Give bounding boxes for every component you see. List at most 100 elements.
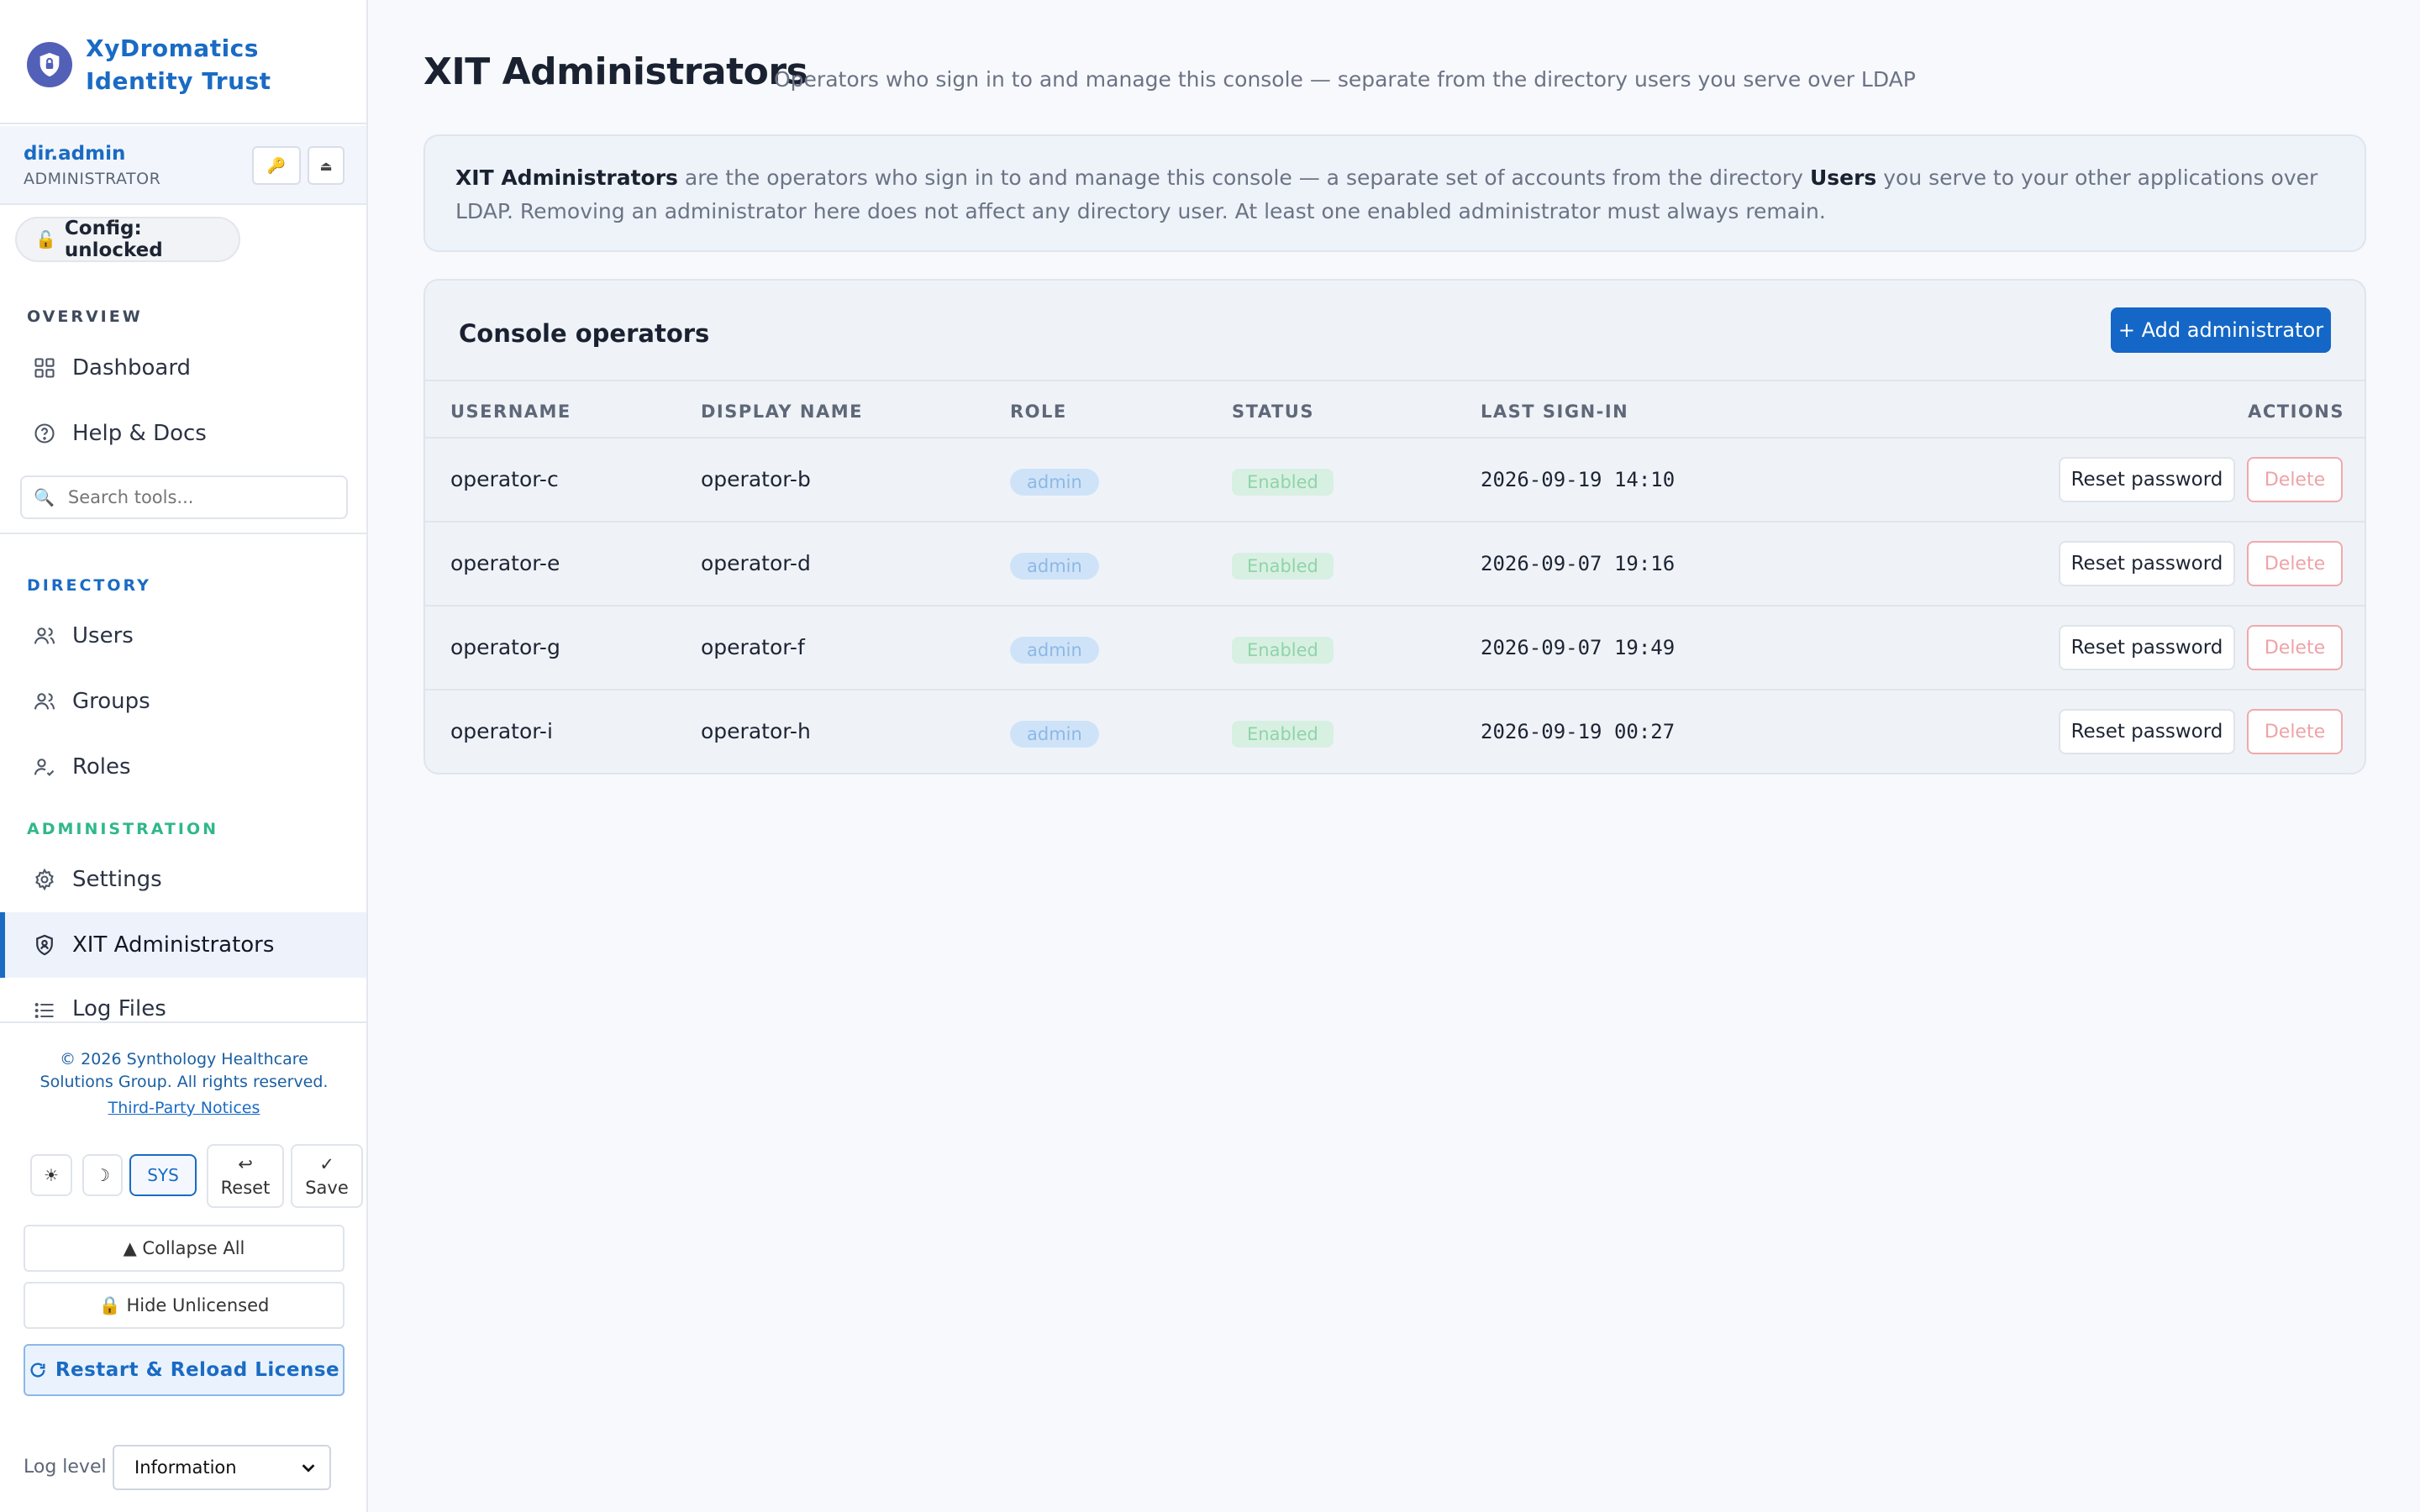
info-text-1: are the operators who sign in to and man… [677, 165, 1810, 190]
table-row: operator-e operator-d admin Enabled 2026… [425, 522, 2365, 606]
cell-username: operator-g [450, 635, 560, 659]
hide-unlicensed-button[interactable]: 🔒 Hide Unlicensed [24, 1282, 345, 1329]
column-actions: ACTIONS [2248, 402, 2344, 422]
nav-item-label: Dashboard [72, 355, 192, 381]
nav-item-label: Groups [72, 689, 150, 714]
theme-light-button[interactable]: ☀ [30, 1154, 72, 1196]
nav-item-groups[interactable]: Groups [0, 669, 366, 734]
undo-icon: ↩ [238, 1154, 253, 1174]
cell-username: operator-e [450, 551, 560, 575]
change-password-button[interactable]: 🔑 [252, 146, 301, 185]
collapse-all-button[interactable]: ▲ Collapse All [24, 1225, 345, 1272]
add-administrator-button[interactable]: + Add administrator [2111, 307, 2331, 353]
console-operators-card: Console operators + Add administrator US… [424, 279, 2366, 774]
column-username: USERNAME [450, 402, 571, 422]
copyright-text: © 2026 Synthology Healthcare Solutions G… [39, 1050, 329, 1091]
users-icon [30, 622, 59, 650]
reset-button[interactable]: ↩ Reset [207, 1144, 284, 1208]
nav-section-overview: OVERVIEW [27, 307, 143, 326]
info-strong-users: Users [1809, 165, 1877, 190]
shield-icon [30, 931, 59, 959]
save-label: Save [305, 1178, 349, 1198]
search-icon: 🔍 [34, 487, 55, 507]
log-level-value: Information [134, 1457, 237, 1478]
config-status-label: Config: unlocked [64, 218, 163, 261]
restart-reload-license-button[interactable]: Restart & Reload License [24, 1344, 345, 1396]
role-badge: admin [1010, 553, 1099, 580]
nav-section-administration: ADMINISTRATION [27, 820, 219, 838]
cell-username: operator-i [450, 719, 553, 743]
delete-button[interactable]: Delete [2247, 457, 2343, 502]
search-tools-input[interactable] [67, 487, 337, 507]
nav-item-label: Log Files [72, 996, 166, 1021]
list-icon [30, 996, 59, 1021]
brand-title: XyDromatics Identity Trust [86, 34, 271, 95]
page-title: XIT Administrators [424, 50, 808, 93]
info-strong-admins: XIT Administrators [455, 165, 678, 190]
log-level-label: Log level [24, 1457, 107, 1478]
nav-item-log-files[interactable]: Log Files [0, 978, 366, 1021]
eject-icon: ⏏ [319, 157, 333, 174]
cell-display-name: operator-d [701, 551, 811, 575]
cell-last-sign-in: 2026-09-19 14:10 [1481, 468, 1676, 491]
theme-dark-button[interactable]: ☽ [82, 1154, 123, 1196]
unlocked-icon: 🔓 [35, 229, 56, 249]
reset-password-button[interactable]: Reset password [2059, 709, 2235, 754]
delete-button[interactable]: Delete [2247, 709, 2343, 754]
shield-lock-icon [27, 42, 72, 87]
nav-item-users[interactable]: Users [0, 603, 366, 669]
help-icon [30, 419, 59, 448]
role-badge: admin [1010, 469, 1099, 496]
table-row: operator-c operator-b admin Enabled 2026… [425, 438, 2365, 522]
nav-item-label: XIT Administrators [72, 932, 275, 958]
card-title: Console operators [459, 319, 710, 348]
reset-password-button[interactable]: Reset password [2059, 625, 2235, 670]
delete-button[interactable]: Delete [2247, 625, 2343, 670]
search-tools-field[interactable]: 🔍 [20, 475, 348, 519]
log-level-select[interactable]: Information [113, 1445, 331, 1490]
nav-item-help-docs[interactable]: Help & Docs [0, 401, 366, 466]
third-party-notices-link[interactable]: Third-Party Notices [0, 1099, 368, 1117]
status-badge: Enabled [1232, 469, 1334, 496]
refresh-icon [29, 1361, 47, 1379]
reset-label: Reset [220, 1178, 271, 1198]
cell-display-name: operator-h [701, 719, 811, 743]
nav-item-dashboard[interactable]: Dashboard [0, 335, 366, 401]
grid-icon [30, 354, 59, 382]
reset-password-button[interactable]: Reset password [2059, 541, 2235, 586]
delete-button[interactable]: Delete [2247, 541, 2343, 586]
info-banner: XIT Administrators are the operators who… [424, 134, 2366, 252]
cell-display-name: operator-f [701, 635, 805, 659]
restart-reload-label: Restart & Reload License [55, 1359, 340, 1381]
reset-password-button[interactable]: Reset password [2059, 457, 2235, 502]
nav-item-roles[interactable]: Roles [0, 734, 366, 800]
theme-system-button[interactable]: SYS [129, 1154, 197, 1196]
status-badge: Enabled [1232, 553, 1334, 580]
check-icon: ✓ [319, 1154, 334, 1174]
table-header: USERNAME DISPLAY NAME ROLE STATUS LAST S… [425, 380, 2365, 438]
key-icon: 🔑 [266, 156, 287, 175]
roles-icon [30, 753, 59, 781]
column-last-sign-in: LAST SIGN-IN [1481, 402, 1629, 422]
cell-display-name: operator-b [701, 467, 811, 491]
nav-item-settings[interactable]: Settings [0, 847, 366, 912]
role-badge: admin [1010, 637, 1099, 664]
sidebar-divider [0, 533, 366, 534]
user-role: ADMINISTRATOR [24, 170, 161, 188]
save-button[interactable]: ✓ Save [291, 1144, 363, 1208]
nav-item-label: Settings [72, 867, 162, 892]
sign-out-button[interactable]: ⏏ [308, 146, 345, 185]
config-lock-toggle[interactable]: 🔓 Config: unlocked [15, 217, 240, 262]
column-display-name: DISPLAY NAME [701, 402, 863, 422]
gear-icon [30, 865, 59, 894]
nav-item-xit-administrators[interactable]: XIT Administrators [0, 912, 366, 978]
cell-last-sign-in: 2026-09-07 19:49 [1481, 636, 1676, 659]
brand-header: XyDromatics Identity Trust [0, 0, 366, 124]
theme-system-label: SYS [147, 1165, 179, 1185]
user-panel: dir.admin ADMINISTRATOR 🔑 ⏏ [0, 126, 366, 205]
nav-section-directory: DIRECTORY [27, 576, 151, 595]
cell-last-sign-in: 2026-09-19 00:27 [1481, 720, 1676, 743]
groups-icon [30, 687, 59, 716]
user-name[interactable]: dir.admin [24, 143, 125, 165]
nav-item-label: Help & Docs [72, 421, 207, 446]
